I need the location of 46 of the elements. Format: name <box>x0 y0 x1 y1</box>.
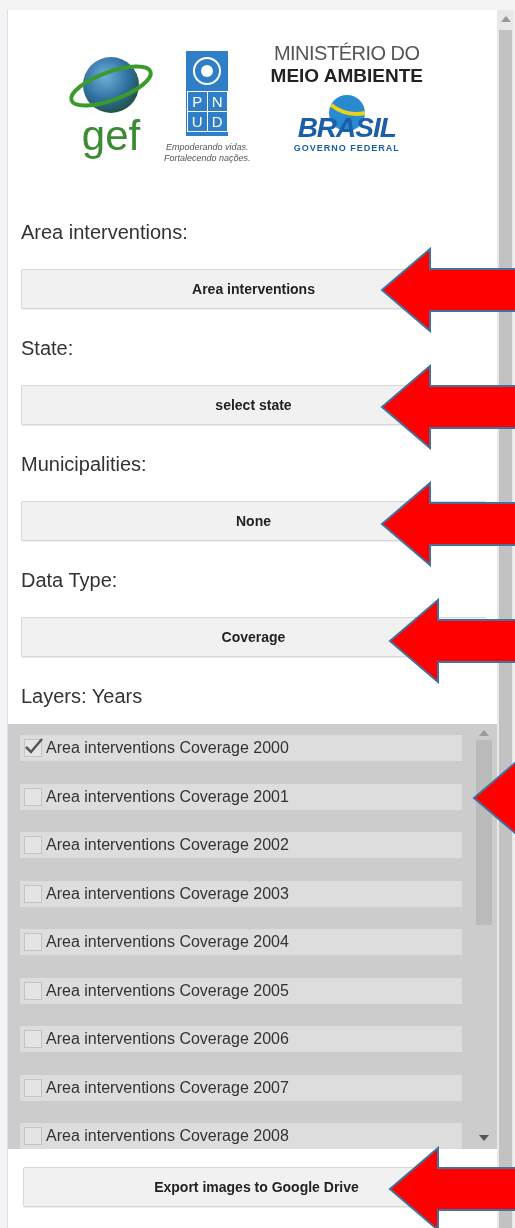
layer-label: Area interventions Coverage 2002 <box>46 836 289 854</box>
checkbox[interactable] <box>24 787 42 806</box>
layer-label: Area interventions Coverage 2001 <box>46 787 289 806</box>
field-label: Area interventions: <box>21 220 189 244</box>
layer-label: Area interventions Coverage 2000 <box>46 739 289 757</box>
ministry-text: MINISTÉRIO DO <box>273 42 420 65</box>
logo-letter: P <box>187 92 207 111</box>
layer-item[interactable]: Area interventions Coverage 2002 <box>20 832 462 858</box>
layer-label: Area interventions Coverage 2004 <box>46 933 289 951</box>
layer-item[interactable]: Area interventions Coverage 2000 <box>20 735 462 761</box>
tagline-text: Fortalecendo nações. <box>164 153 251 164</box>
governo-text: GOVERNO FEDERAL <box>293 143 400 153</box>
checkbox[interactable] <box>24 884 42 903</box>
emblem-icon <box>191 55 224 87</box>
up-arrow-icon <box>479 730 489 736</box>
layer-item[interactable]: Area interventions Coverage 2003 <box>20 880 462 907</box>
layer-label: Area interventions Coverage 2003 <box>46 884 289 903</box>
field-label: State: <box>21 336 75 360</box>
layer-item[interactable]: Area interventions Coverage 2007 <box>20 1074 462 1101</box>
logo-letter: N <box>207 92 227 111</box>
logo-letter: D <box>207 112 227 131</box>
checkbox[interactable] <box>24 933 42 951</box>
layer-label: Area interventions Coverage 2006 <box>46 1030 289 1048</box>
ministry-text: MEIO AMBIENTE <box>270 65 423 87</box>
checkbox[interactable] <box>24 1078 42 1097</box>
layer-item[interactable]: Area interventions Coverage 2004 <box>20 929 462 955</box>
layer-item[interactable]: Area interventions Coverage 2005 <box>20 977 462 1004</box>
layer-label: Area interventions Coverage 2007 <box>46 1078 289 1097</box>
layer-item[interactable]: Area interventions Coverage 2001 <box>20 783 462 810</box>
layer-item[interactable]: Area interventions Coverage 2006 <box>20 1026 462 1052</box>
section-label: Layers: Years <box>21 684 144 708</box>
up-arrow-icon <box>500 16 511 22</box>
layer-item[interactable]: Area interventions Coverage 2008 <box>20 1123 462 1149</box>
layer-label: Area interventions Coverage 2005 <box>46 981 289 1000</box>
tagline-text: Empoderando vidas. <box>166 142 249 153</box>
checkbox[interactable] <box>24 1030 42 1048</box>
checkbox[interactable] <box>24 1127 42 1145</box>
down-arrow-icon <box>479 1135 489 1141</box>
scrollbar-thumb[interactable] <box>476 740 492 925</box>
checkbox[interactable] <box>24 981 42 1000</box>
logo-letter: U <box>187 112 207 131</box>
field-label: Data Type: <box>21 568 119 592</box>
field-label: Municipalities: <box>21 452 148 476</box>
layer-label: Area interventions Coverage 2008 <box>46 1127 289 1145</box>
checkbox[interactable] <box>24 836 42 854</box>
checkbox[interactable] <box>24 739 42 757</box>
